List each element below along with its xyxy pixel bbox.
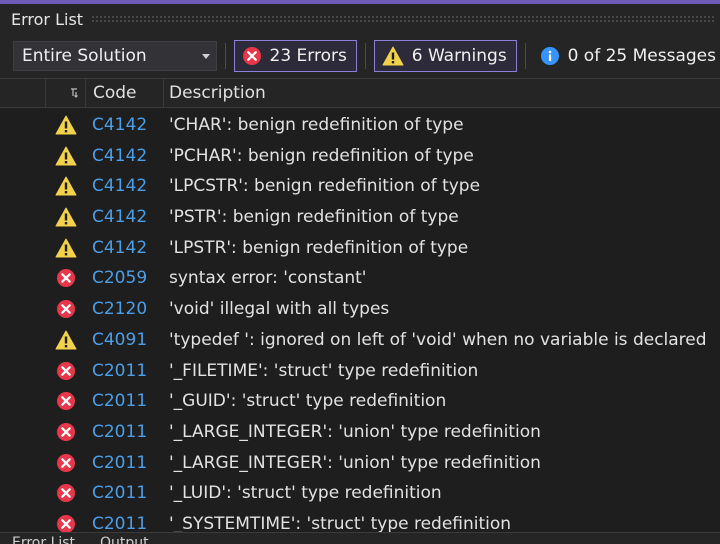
header-description[interactable]: Description bbox=[164, 79, 720, 107]
warning-icon bbox=[55, 238, 77, 258]
error-icon bbox=[55, 483, 77, 503]
header-icon-column[interactable] bbox=[46, 79, 86, 107]
error-list-rows: C4142 'CHAR': benign redefinition of type… bbox=[0, 110, 720, 532]
panel-title: Error List bbox=[11, 9, 84, 29]
error-list-window: Error List Entire Solution 23 Errors 6 W… bbox=[0, 0, 720, 544]
error-code-link[interactable]: C4142 bbox=[92, 176, 147, 196]
error-code-link[interactable]: C2011 bbox=[92, 514, 147, 532]
table-row[interactable]: C2011 '_FILETIME': 'struct' type redefini… bbox=[0, 356, 720, 387]
table-row[interactable]: C4142 'PSTR': benign redefinition of type bbox=[0, 202, 720, 233]
error-icon bbox=[55, 361, 77, 381]
error-description: syntax error: 'constant' bbox=[169, 268, 367, 289]
warnings-filter-button[interactable]: 6 Warnings bbox=[373, 40, 517, 72]
error-code-link[interactable]: C4142 bbox=[92, 207, 147, 227]
messages-filter-label: 0 of 25 Messages bbox=[567, 46, 716, 66]
messages-filter-button[interactable]: 0 of 25 Messages bbox=[534, 40, 720, 72]
warning-icon bbox=[55, 176, 77, 196]
error-icon bbox=[55, 268, 77, 288]
errors-filter-label: 23 Errors bbox=[269, 46, 347, 66]
tab-output[interactable]: Output bbox=[100, 535, 149, 544]
error-description: 'void' illegal with all types bbox=[169, 299, 390, 320]
column-header: Code Description bbox=[0, 78, 720, 108]
error-code-link[interactable]: C4091 bbox=[92, 330, 147, 350]
error-code-link[interactable]: C2059 bbox=[92, 268, 147, 288]
scope-dropdown[interactable]: Entire Solution bbox=[13, 41, 217, 71]
table-row[interactable]: C2011 '_GUID': 'struct' type redefinition bbox=[0, 386, 720, 417]
warning-icon bbox=[55, 207, 77, 227]
table-row[interactable]: C4142 'PCHAR': benign redefinition of typ… bbox=[0, 141, 720, 172]
toolbar-separator bbox=[524, 43, 526, 69]
error-icon bbox=[55, 391, 77, 411]
table-row[interactable]: C4142 'LPCSTR': benign redefinition of ty… bbox=[0, 171, 720, 202]
error-code-link[interactable]: C4142 bbox=[92, 115, 147, 135]
tab-error-list[interactable]: Error List bbox=[12, 535, 75, 544]
error-description: 'LPSTR': benign redefinition of type bbox=[169, 237, 469, 258]
error-icon bbox=[55, 422, 77, 442]
error-code-link[interactable]: C2011 bbox=[92, 483, 147, 503]
panel-titlebar[interactable]: Error List bbox=[0, 4, 720, 34]
table-row[interactable]: C2011 '_LARGE_INTEGER': 'union' type rede… bbox=[0, 448, 720, 479]
error-code-link[interactable]: C2120 bbox=[92, 299, 147, 319]
error-description: '_LARGE_INTEGER': 'union' type redefinit… bbox=[169, 452, 541, 473]
error-code-link[interactable]: C4142 bbox=[92, 146, 147, 166]
error-description: '_LARGE_INTEGER': 'union' type redefinit… bbox=[169, 421, 541, 442]
warning-icon bbox=[55, 146, 77, 166]
table-row[interactable]: C4142 'LPSTR': benign redefinition of typ… bbox=[0, 233, 720, 264]
table-row[interactable]: C2011 '_LUID': 'struct' type redefinition bbox=[0, 478, 720, 509]
bottom-tab-bar: Error List Output bbox=[0, 532, 720, 544]
error-description: '_FILETIME': 'struct' type redefinition bbox=[169, 360, 479, 381]
warning-icon bbox=[382, 46, 404, 66]
error-description: 'CHAR': benign redefinition of type bbox=[169, 115, 464, 135]
chevron-down-icon bbox=[201, 53, 210, 59]
sort-icon bbox=[70, 83, 80, 103]
error-description: '_SYSTEMTIME': 'struct' type redefinitio… bbox=[169, 513, 512, 532]
error-icon bbox=[242, 46, 262, 66]
info-icon bbox=[540, 46, 560, 66]
table-row[interactable]: C4142 'CHAR': benign redefinition of type bbox=[0, 110, 720, 141]
scope-value: Entire Solution bbox=[22, 46, 147, 66]
toolbar-separator bbox=[224, 43, 226, 69]
header-select-column[interactable] bbox=[0, 79, 46, 107]
error-icon bbox=[55, 514, 77, 532]
error-code-link[interactable]: C2011 bbox=[92, 453, 147, 473]
table-row[interactable]: C2059 syntax error: 'constant' bbox=[0, 263, 720, 294]
header-description-label: Description bbox=[169, 83, 266, 103]
table-row[interactable]: C2011 '_SYSTEMTIME': 'struct' type redefi… bbox=[0, 509, 720, 532]
error-code-link[interactable]: C2011 bbox=[92, 361, 147, 381]
header-code-label: Code bbox=[93, 83, 137, 103]
error-description: 'LPCSTR': benign redefinition of type bbox=[169, 176, 481, 197]
errors-filter-button[interactable]: 23 Errors bbox=[233, 40, 357, 72]
table-row[interactable]: C2011 '_LARGE_INTEGER': 'union' type rede… bbox=[0, 417, 720, 448]
error-list-toolbar: Entire Solution 23 Errors 6 Warnings 0 o… bbox=[0, 34, 720, 78]
error-code-link[interactable]: C2011 bbox=[92, 422, 147, 442]
error-description: 'PCHAR': benign redefinition of type bbox=[169, 145, 474, 166]
toolbar-separator bbox=[364, 43, 366, 69]
table-row[interactable]: C2120 'void' illegal with all types bbox=[0, 294, 720, 325]
header-code[interactable]: Code bbox=[86, 79, 164, 107]
error-code-link[interactable]: C2011 bbox=[92, 391, 147, 411]
drag-grip[interactable] bbox=[91, 15, 714, 23]
warning-icon bbox=[55, 330, 77, 350]
warning-icon bbox=[55, 115, 77, 135]
error-icon bbox=[55, 299, 77, 319]
table-row[interactable]: C4091 'typedef ': ignored on left of 'voi… bbox=[0, 325, 720, 356]
error-description: '_LUID': 'struct' type redefinition bbox=[169, 483, 442, 504]
error-code-link[interactable]: C4142 bbox=[92, 238, 147, 258]
warnings-filter-label: 6 Warnings bbox=[411, 46, 507, 66]
error-description: '_GUID': 'struct' type redefinition bbox=[169, 391, 447, 412]
error-icon bbox=[55, 453, 77, 473]
error-description: 'PSTR': benign redefinition of type bbox=[169, 207, 459, 228]
error-description: 'typedef ': ignored on left of 'void' wh… bbox=[169, 329, 707, 350]
